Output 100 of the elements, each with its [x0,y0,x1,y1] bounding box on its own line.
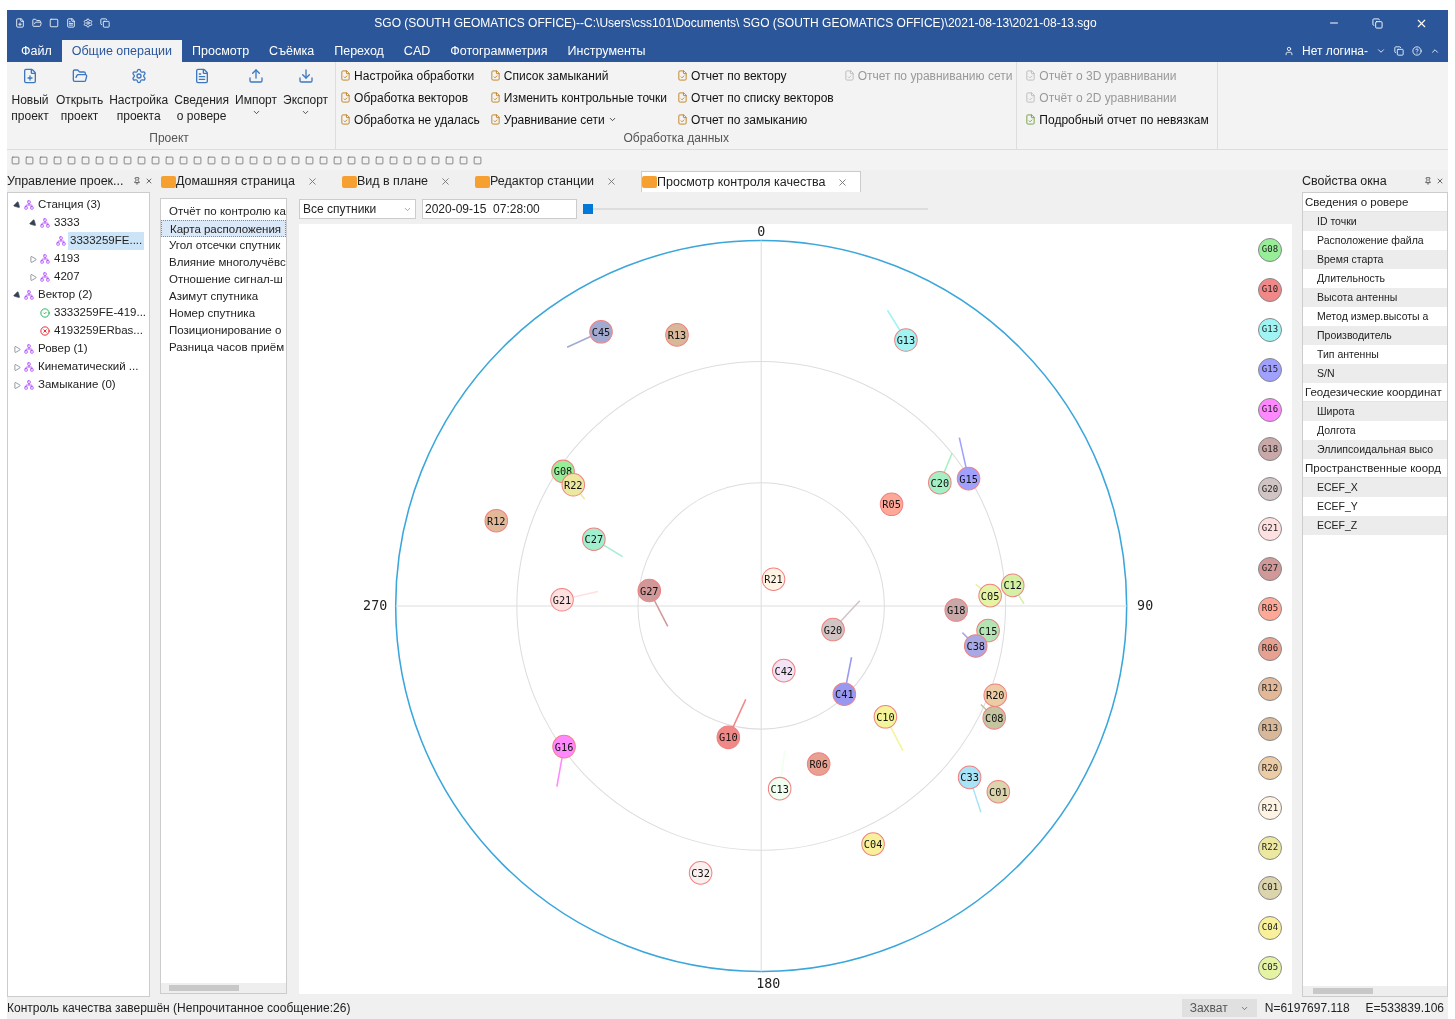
ribbon-command[interactable]: Отчет по списку векторов [677,89,834,106]
satellite-filter-dropdown[interactable]: Все спутники [299,199,416,219]
report-list-item[interactable]: Отчёт по контролю ка [161,203,286,220]
menu-tab[interactable]: CAD [393,40,441,62]
ribbon-command[interactable]: Изменить контрольные точки [489,89,667,106]
node-icon [40,272,50,282]
close-icon[interactable] [145,177,153,185]
ribbon-command[interactable]: Подробный отчет по невязкам [1025,111,1209,128]
login-label[interactable]: Нет логина- [1302,42,1368,60]
menu-tab[interactable]: Файл [11,40,62,62]
report-list-item[interactable]: Позиционирование о [161,322,286,339]
window-switch-icon[interactable] [1394,46,1404,56]
snap-dropdown[interactable]: Захват [1181,999,1257,1017]
satellite-marker: C01 [986,779,1011,804]
ribbon-command[interactable]: Уравнивание сети [489,111,667,128]
menu-tab[interactable]: Общие операции [61,40,182,62]
collapsed-arrow-icon[interactable] [28,255,38,263]
expanded-arrow-icon[interactable] [12,291,22,299]
document-icon [340,114,352,125]
document-tab[interactable]: Домашняя страница [161,171,330,192]
expanded-arrow-icon[interactable] [28,219,38,227]
close-icon[interactable] [306,176,318,187]
tree-item[interactable]: 3333259FE-419... [52,304,149,322]
legend-marker: C05 [1258,955,1282,980]
menu-tab[interactable]: Переход [324,40,394,62]
document-tab[interactable]: Вид в плане [341,171,463,192]
group-caption: Обработка данных [622,130,730,147]
tree-item[interactable]: 4193 [52,250,82,268]
scrollbar[interactable] [1303,986,1447,996]
quick-access-icon[interactable] [15,18,25,28]
satellite-marker: C05 [975,583,1002,608]
legend-marker: G13 [1258,317,1282,342]
tree-item[interactable]: 4193259ERbas... [52,322,145,340]
report-list-item[interactable]: Карта расположения [161,220,286,237]
collapsed-arrow-icon[interactable] [12,363,22,371]
report-list-item[interactable]: Влияние многолучёвс [161,254,286,271]
close-icon[interactable] [1436,177,1444,185]
tree-item[interactable]: 3333 [52,214,82,232]
ribbon-button[interactable]: Новый проект [7,68,53,124]
menu-tab[interactable]: Съёмка [259,40,325,62]
menu-tab[interactable]: Инструменты [557,40,656,62]
report-list-item[interactable]: Угол отсечки спутник [161,237,286,254]
menu-tab[interactable]: Просмотр [182,40,260,62]
panel-title: Свойства окна [1302,172,1387,190]
expanded-arrow-icon[interactable] [12,201,22,209]
document-tab[interactable]: Редактор станции [475,171,630,192]
report-list-item[interactable]: Разница часов приём [161,339,286,356]
report-list-item[interactable]: Азимут спутника [161,288,286,305]
ribbon-button[interactable]: Сведения о ровере [171,68,233,124]
pin-icon[interactable] [133,177,141,185]
document-icon [677,114,688,125]
ribbon-button[interactable]: Открыть проект [53,68,107,124]
satellite-marker: R06 [806,752,831,776]
report-list-item[interactable]: Номер спутника [161,305,286,322]
ribbon-button[interactable]: Настройка проекта [106,68,172,124]
property-row: ID точки [1303,212,1447,231]
document-icon [340,92,352,103]
collapsed-arrow-icon[interactable] [12,345,22,353]
pin-icon[interactable] [1424,177,1432,185]
help-icon[interactable] [1412,46,1422,56]
ribbon-command[interactable]: Отчет по вектору [677,67,834,84]
time-field[interactable]: 2020-09-15 07:28:00 [422,199,577,219]
close-icon[interactable] [837,176,849,188]
dropdown-caret-icon[interactable] [1376,46,1386,56]
close-icon[interactable] [440,176,451,187]
gear-icon [130,68,147,84]
legend-marker: R05 [1258,596,1282,621]
azimuth-label: 0 [757,224,766,240]
collapsed-arrow-icon[interactable] [12,381,22,389]
menu-tab[interactable]: Фотограмметрия [440,40,558,62]
tree-item[interactable]: Вектор (2) [36,286,95,304]
tree-item[interactable]: 4207 [52,268,82,286]
ribbon-command[interactable]: Список замыканий [489,67,667,84]
ribbon-button[interactable]: Импорт [232,68,280,117]
tree-item[interactable]: 3333259FE.... [68,232,145,250]
ribbon-command[interactable]: Обработка не удалась [340,111,480,128]
document-tab[interactable]: Просмотр контроля качества [641,171,862,192]
collapsed-arrow-icon[interactable] [28,273,38,281]
scrollbar[interactable] [161,983,286,993]
north-coordinate: N=6197697.118 [1264,1000,1350,1017]
tree-item[interactable]: Ровер (1) [36,340,90,358]
restore-icon[interactable] [1372,17,1383,29]
ribbon-command[interactable]: Настройка обработки [340,67,480,84]
tree-item[interactable]: Замыкание (0) [36,376,118,394]
quick-access-icon[interactable] [100,18,110,28]
collapse-ribbon-icon[interactable] [1430,46,1440,56]
satellite-marker: C32 [688,861,713,885]
slider-thumb[interactable] [583,204,593,214]
ribbon-command[interactable]: Обработка векторов [340,89,480,106]
report-list-item[interactable]: Отношение сигнал-ш [161,271,286,288]
ribbon-button[interactable]: Экспорт [280,68,332,117]
time-slider[interactable] [583,203,928,215]
ribbon-command[interactable]: Отчет по замыканию [677,111,834,128]
quick-access-icon[interactable] [66,18,76,28]
close-icon[interactable] [606,176,618,187]
tree-item[interactable]: Кинематический ... [36,358,141,376]
quick-access-icon[interactable] [83,18,93,28]
node-icon [24,380,34,390]
azimuth-label: 180 [756,975,781,991]
tree-item[interactable]: Станция (3) [36,196,103,214]
